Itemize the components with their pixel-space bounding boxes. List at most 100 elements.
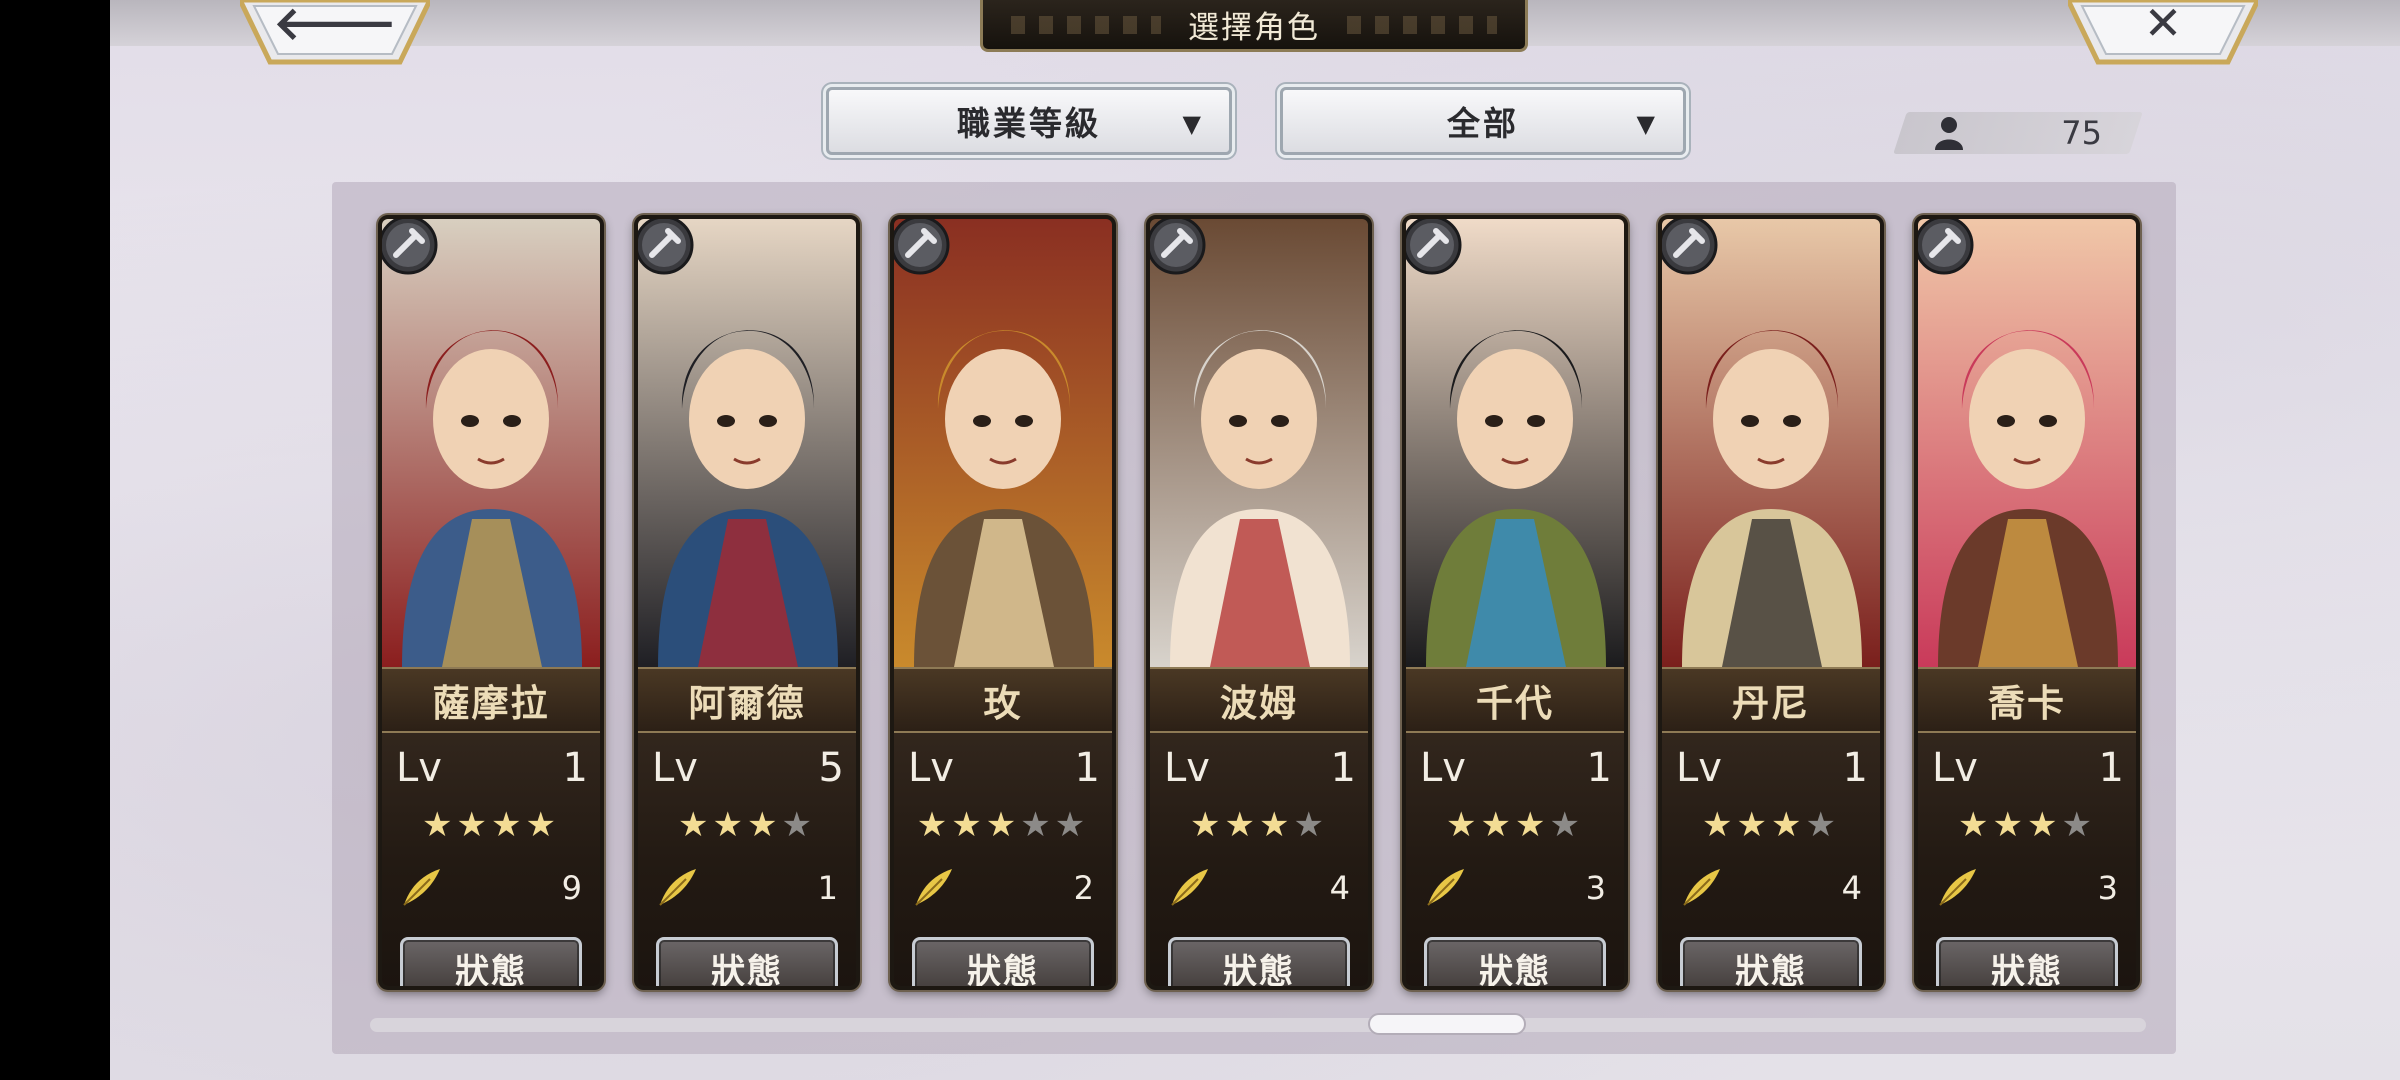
character-nameplate: 喬卡 xyxy=(1918,667,2136,733)
character-nameplate: 薩摩拉 xyxy=(382,667,600,733)
horizontal-scrollbar[interactable] xyxy=(370,1018,2146,1032)
fragment-count: 9 xyxy=(561,869,582,907)
feather-icon xyxy=(403,869,440,906)
hammer-icon xyxy=(382,219,438,275)
page-title: 選擇角色 xyxy=(980,0,1528,52)
fragment-count: 2 xyxy=(1073,869,1094,907)
star-rating: ★★★★★ xyxy=(916,805,1090,845)
character-card[interactable]: 丹尼 Lv 1 ★★★★ 4 狀態 xyxy=(1658,215,1884,990)
page-title-text: 選擇角色 xyxy=(1188,10,1320,46)
level-value: 1 xyxy=(1330,745,1356,791)
star-rating: ★★★★ xyxy=(422,805,560,845)
character-card[interactable]: 玫 Lv 1 ★★★★★ 2 狀態 xyxy=(890,215,1116,990)
level-row: Lv 1 xyxy=(1420,745,1612,791)
character-portrait[interactable] xyxy=(1150,219,1368,667)
level-value: 1 xyxy=(562,745,588,791)
status-button-label: 狀態 xyxy=(1991,951,2063,990)
job-level-sort-dropdown[interactable]: 職業等級 ▼ xyxy=(826,87,1232,155)
level-value: 1 xyxy=(2098,745,2124,791)
level-row: Lv 5 xyxy=(652,745,844,791)
character-portrait[interactable] xyxy=(1918,219,2136,667)
character-name: 丹尼 xyxy=(1732,681,1810,725)
axe-icon xyxy=(1662,219,1718,275)
feather-icon xyxy=(915,869,952,906)
level-label: Lv xyxy=(396,745,442,791)
level-value: 5 xyxy=(818,745,844,791)
character-portrait[interactable] xyxy=(894,219,1112,667)
scrollbar-thumb[interactable] xyxy=(1368,1013,1526,1035)
status-button[interactable]: 狀態 xyxy=(1680,937,1862,990)
level-value: 1 xyxy=(1842,745,1868,791)
status-button[interactable]: 狀態 xyxy=(400,937,582,990)
character-count: 75 xyxy=(1910,112,2138,154)
status-button-label: 狀態 xyxy=(711,951,783,990)
job-level-label: 職業等級 xyxy=(957,104,1101,143)
hammer-icon xyxy=(894,219,950,275)
status-button-label: 狀態 xyxy=(455,951,527,990)
character-count-value: 75 xyxy=(2061,114,2102,152)
star-rating: ★★★★ xyxy=(1702,805,1840,845)
category-filter-dropdown[interactable]: 全部 ▼ xyxy=(1280,87,1686,155)
feather-icon xyxy=(1427,869,1464,906)
feather-icon xyxy=(1939,869,1976,906)
status-button[interactable]: 狀態 xyxy=(656,937,838,990)
status-button-label: 狀態 xyxy=(967,951,1039,990)
character-card[interactable]: 薩摩拉 Lv 1 ★★★★ 9 狀態 xyxy=(378,215,604,990)
status-button-label: 狀態 xyxy=(1735,951,1807,990)
close-icon: ✕ xyxy=(2143,0,2183,50)
feather-icon xyxy=(1171,869,1208,906)
character-name: 千代 xyxy=(1476,681,1554,725)
character-portrait[interactable] xyxy=(382,219,600,667)
star-rating: ★★★★ xyxy=(1190,805,1328,845)
character-nameplate: 波姆 xyxy=(1150,667,1368,733)
star-rating: ★★★★ xyxy=(1446,805,1584,845)
person-icon xyxy=(1935,117,1963,150)
status-button[interactable]: 狀態 xyxy=(912,937,1094,990)
character-card[interactable]: 千代 Lv 1 ★★★★ 3 狀態 xyxy=(1402,215,1628,990)
status-button[interactable]: 狀態 xyxy=(1168,937,1350,990)
feather-icon xyxy=(659,869,696,906)
level-label: Lv xyxy=(908,745,954,791)
character-name: 波姆 xyxy=(1220,681,1298,725)
level-row: Lv 1 xyxy=(1932,745,2124,791)
close-button[interactable]: ✕ xyxy=(2068,0,2258,66)
fragment-count: 3 xyxy=(2097,869,2118,907)
level-label: Lv xyxy=(1164,745,1210,791)
fragment-count: 4 xyxy=(1841,869,1862,907)
character-name: 喬卡 xyxy=(1988,681,2066,725)
character-card[interactable]: 波姆 Lv 1 ★★★★ 4 狀態 xyxy=(1146,215,1372,990)
character-portrait[interactable] xyxy=(1406,219,1624,667)
feather-icon xyxy=(1683,869,1720,906)
star-rating: ★★★★ xyxy=(678,805,816,845)
character-name: 阿爾德 xyxy=(688,681,806,725)
character-card[interactable]: 阿爾德 Lv 5 ★★★★ 1 狀態 xyxy=(634,215,860,990)
character-card[interactable]: 喬卡 Lv 1 ★★★★ 3 狀態 xyxy=(1914,215,2140,990)
character-nameplate: 阿爾德 xyxy=(638,667,856,733)
level-row: Lv 1 xyxy=(396,745,588,791)
star-rating: ★★★★ xyxy=(1958,805,2096,845)
level-label: Lv xyxy=(1420,745,1466,791)
level-row: Lv 1 xyxy=(1676,745,1868,791)
character-portrait[interactable] xyxy=(638,219,856,667)
level-label: Lv xyxy=(652,745,698,791)
status-button-label: 狀態 xyxy=(1223,951,1295,990)
level-row: Lv 1 xyxy=(1164,745,1356,791)
sword-icon xyxy=(638,219,694,275)
chevron-down-icon: ▼ xyxy=(1636,110,1655,138)
fragment-count: 3 xyxy=(1585,869,1606,907)
level-value: 1 xyxy=(1586,745,1612,791)
arrow-left-icon: 🡐 xyxy=(273,0,397,50)
character-nameplate: 玫 xyxy=(894,667,1112,733)
category-label: 全部 xyxy=(1447,104,1519,143)
status-button[interactable]: 狀態 xyxy=(1424,937,1606,986)
level-label: Lv xyxy=(1932,745,1978,791)
character-nameplate: 丹尼 xyxy=(1662,667,1880,733)
character-nameplate: 千代 xyxy=(1406,667,1624,733)
fist-icon xyxy=(1406,219,1462,275)
chevron-down-icon: ▼ xyxy=(1182,110,1201,138)
fist-icon xyxy=(1150,219,1206,275)
fragment-count: 1 xyxy=(817,869,838,907)
status-button[interactable]: 狀態 xyxy=(1936,937,2118,990)
back-button[interactable]: 🡐 xyxy=(240,0,430,66)
character-portrait[interactable] xyxy=(1662,219,1880,667)
